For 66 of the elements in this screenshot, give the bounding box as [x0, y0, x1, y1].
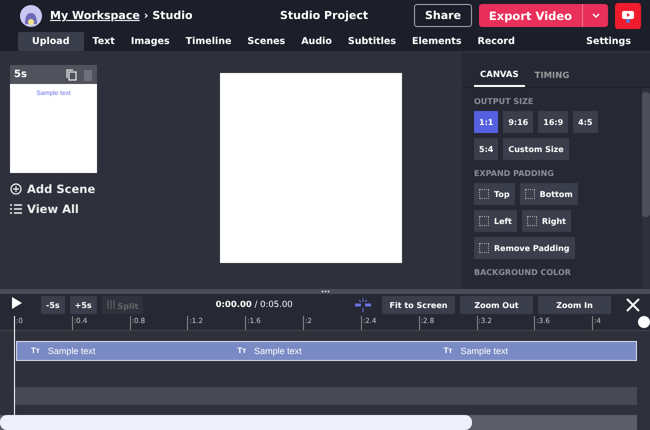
project-title: Studio Project	[280, 9, 368, 22]
split-icon	[106, 300, 115, 308]
copy-icon[interactable]	[66, 68, 77, 80]
checkbox[interactable]	[524, 189, 535, 199]
settings-tab[interactable]: Settings	[579, 32, 638, 50]
nav-tab[interactable]: Audio	[294, 32, 339, 50]
padding-option[interactable]: Top	[474, 183, 515, 205]
padding-option[interactable]: Remove Padding	[474, 237, 575, 259]
nav-tab[interactable]: Timeline	[178, 32, 238, 50]
view-all-button[interactable]: View All	[10, 202, 79, 216]
fit-to-screen-button[interactable]: Fit to Screen	[382, 296, 455, 314]
checkbox[interactable]	[526, 216, 537, 226]
size-button[interactable]: 5:4	[474, 138, 498, 160]
section-label: OUTPUT SIZE	[474, 97, 534, 106]
checkbox[interactable]	[479, 216, 489, 226]
size-button[interactable]: Custom Size	[503, 138, 569, 160]
add-scene-button[interactable]: Add Scene	[10, 182, 96, 196]
text-type-icon: Tт	[444, 346, 452, 356]
padding-option[interactable]: Right	[522, 210, 571, 232]
play-icon	[12, 297, 22, 309]
breadcrumb-current: Studio	[152, 9, 193, 22]
close-icon[interactable]	[626, 298, 640, 312]
text-type-icon: Tт	[237, 346, 246, 356]
clip-label: Sample text	[460, 346, 508, 356]
checkbox[interactable]	[479, 189, 489, 199]
section-label: EXPAND PADDING	[474, 169, 554, 178]
padding-option[interactable]: Left	[474, 210, 517, 232]
upload-youtube-button[interactable]	[615, 2, 641, 28]
zoom-in-button[interactable]: Zoom In	[538, 296, 611, 314]
scrollbar[interactable]	[642, 88, 650, 289]
zoom-out-button[interactable]: Zoom Out	[460, 296, 533, 314]
nav-tab[interactable]: Subtitles	[340, 32, 404, 50]
nav-tab[interactable]: Images	[124, 32, 177, 50]
plus-circle-icon	[10, 183, 22, 195]
snap-icon[interactable]	[353, 298, 373, 312]
padding-option[interactable]: Bottom	[520, 183, 578, 205]
drag-handle-icon[interactable]	[320, 290, 330, 293]
checkbox[interactable]	[479, 243, 489, 253]
share-button[interactable]: Share	[414, 4, 472, 27]
nav-tab[interactable]: Upload	[18, 32, 84, 50]
text-type-icon: Tт	[31, 346, 40, 356]
current-time: 0:00.00	[216, 300, 252, 310]
panel-tab[interactable]: TIMING	[528, 67, 576, 87]
list-icon	[10, 204, 22, 214]
horizontal-scrollbar[interactable]	[0, 415, 637, 430]
clip-label: Sample text	[254, 346, 302, 356]
back-button[interactable]: -5s	[41, 296, 65, 314]
size-button[interactable]: 9:16	[503, 111, 534, 133]
avatar-icon[interactable]	[20, 4, 42, 26]
panel-tab[interactable]: CANVAS	[474, 67, 525, 87]
nav-tab[interactable]: Record	[470, 32, 522, 50]
nav-tab[interactable]: Elements	[405, 32, 469, 50]
scene-duration: 5s	[14, 69, 27, 80]
size-button[interactable]: 1:1	[474, 111, 498, 133]
caret-icon	[592, 12, 600, 18]
size-button[interactable]: 16:9	[538, 111, 568, 133]
size-button[interactable]: 4:5	[573, 111, 598, 133]
nav-tab[interactable]: Scenes	[240, 32, 292, 50]
total-time: / 0:05.00	[254, 300, 293, 310]
forward-button[interactable]: +5s	[70, 296, 97, 314]
video-icon	[621, 8, 635, 22]
section-label: BACKGROUND COLOR	[474, 268, 571, 277]
nav-tab[interactable]: Text	[86, 32, 122, 50]
clip-label: Sample text	[48, 346, 96, 356]
workspace-link[interactable]: My Workspace	[50, 9, 140, 22]
breadcrumb-separator: ›	[144, 9, 148, 22]
